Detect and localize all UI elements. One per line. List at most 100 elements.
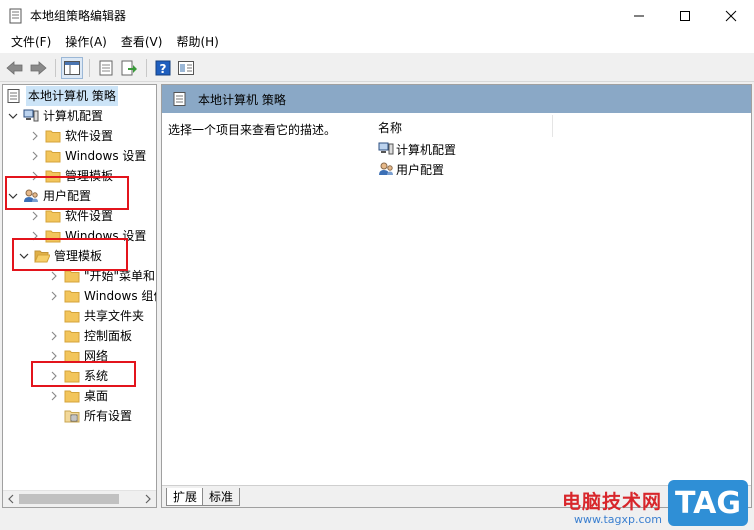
show-tree-icon — [64, 60, 80, 75]
tree-item-computer-windows-settings[interactable]: Windows 设置 — [29, 146, 146, 166]
maximize-icon — [680, 10, 690, 21]
tree-pane[interactable]: 本地计算机 策略 计算机配置 软件设置 Windows 设置 管理模板 用户配置… — [2, 84, 157, 508]
highlight-admin-templates — [12, 238, 128, 271]
menu-bar: 文件(F) 操作(A) 查看(V) 帮助(H) — [0, 31, 754, 53]
help-icon: ? — [155, 60, 171, 76]
chevron-right-icon[interactable] — [48, 330, 60, 342]
highlight-system — [31, 361, 136, 387]
watermark-text: 电脑技术网 www.tagxp.com — [562, 491, 662, 526]
folder-icon — [45, 130, 61, 143]
menu-file[interactable]: 文件(F) — [4, 32, 58, 52]
list-item-label: 计算机配置 — [396, 142, 457, 157]
policy-document-icon — [173, 92, 186, 106]
toolbar-separator — [89, 58, 90, 77]
column-separator[interactable] — [552, 115, 553, 137]
details-header-title: 本地计算机 策略 — [198, 92, 286, 107]
tree-item-computer-config[interactable]: 计算机配置 — [7, 106, 103, 126]
tree-item-local-computer-policy[interactable]: 本地计算机 策略 — [6, 86, 118, 106]
close-icon — [725, 10, 737, 21]
chevron-right-icon[interactable] — [29, 130, 41, 142]
export-button[interactable] — [118, 57, 140, 79]
back-arrow-icon — [6, 60, 23, 75]
tab-extended[interactable]: 扩展 — [166, 488, 205, 506]
toolbar-separator — [146, 58, 147, 77]
folder-icon — [64, 270, 80, 283]
chevron-right-icon[interactable] — [29, 210, 41, 222]
tree-label: 软件设置 — [65, 129, 114, 143]
chevron-right-icon[interactable] — [29, 150, 41, 162]
menu-view[interactable]: 查看(V) — [114, 32, 170, 52]
highlight-user-config — [5, 176, 129, 210]
title-bar: 本地组策略编辑器 — [0, 0, 754, 31]
forward-arrow-icon — [30, 60, 47, 75]
back-button[interactable] — [4, 57, 26, 79]
menu-action[interactable]: 操作(A) — [58, 32, 114, 52]
svg-text:?: ? — [160, 62, 167, 76]
show-tree-button[interactable] — [61, 56, 83, 79]
computer-icon — [378, 142, 394, 155]
computer-icon — [23, 109, 39, 122]
minimize-button[interactable] — [616, 0, 662, 31]
chevron-down-icon[interactable] — [7, 110, 19, 122]
tree-label: Windows 组件 — [84, 289, 156, 303]
column-header-name[interactable]: 名称 — [378, 119, 402, 136]
properties-icon — [99, 60, 113, 75]
watermark-logo: TAG — [668, 480, 748, 526]
folder-icon — [64, 330, 80, 343]
help-button[interactable]: ? — [152, 57, 174, 79]
chevron-right-icon[interactable] — [48, 290, 60, 302]
policy-editor-app-icon — [9, 8, 22, 23]
tree-horizontal-scrollbar[interactable] — [3, 490, 156, 507]
menu-help[interactable]: 帮助(H) — [169, 32, 225, 52]
forward-button[interactable] — [27, 57, 49, 79]
filter-view-icon — [178, 60, 194, 75]
tree-label: 桌面 — [84, 389, 109, 403]
tree-label: 所有设置 — [84, 409, 133, 423]
scrollbar-thumb[interactable] — [19, 494, 119, 504]
details-pane: 本地计算机 策略 选择一个项目来查看它的描述。 名称 计算机配置 用户配置 扩展… — [161, 84, 752, 508]
tree-item-desktop[interactable]: 桌面 — [48, 386, 108, 406]
details-body: 选择一个项目来查看它的描述。 名称 计算机配置 用户配置 — [162, 113, 751, 485]
folder-icon — [45, 210, 61, 223]
tree-item-control-panel[interactable]: 控制面板 — [48, 326, 132, 346]
export-icon — [121, 60, 137, 75]
tree-label: Windows 设置 — [65, 149, 147, 163]
toolbar-separator — [55, 58, 56, 77]
chevron-right-icon[interactable] — [48, 390, 60, 402]
properties-button[interactable] — [95, 57, 117, 79]
all-settings-icon — [64, 410, 80, 423]
watermark-title: 电脑技术网 — [561, 491, 662, 513]
minimize-icon — [634, 15, 644, 16]
scroll-left-icon[interactable] — [6, 494, 16, 504]
folder-icon — [64, 390, 80, 403]
filter-view-button[interactable] — [175, 57, 197, 79]
list-item-user-config[interactable]: 用户配置 — [378, 159, 444, 179]
tree-label: 控制面板 — [84, 329, 133, 343]
tree-item-all-settings[interactable]: 所有设置 — [64, 406, 132, 426]
list-area — [362, 129, 751, 485]
tab-standard[interactable]: 标准 — [202, 488, 241, 506]
tree-item-shared-folders[interactable]: 共享文件夹 — [64, 306, 144, 326]
tree-label: 计算机配置 — [43, 109, 104, 123]
policy-document-icon — [7, 89, 20, 103]
toolbar: ? — [0, 54, 754, 82]
tree-item-computer-software-settings[interactable]: 软件设置 — [29, 126, 113, 146]
tree-label: 本地计算机 策略 — [26, 86, 118, 106]
close-button[interactable] — [708, 0, 754, 31]
folder-icon — [45, 150, 61, 163]
folder-icon — [64, 310, 80, 323]
users-icon — [379, 162, 393, 175]
maximize-button[interactable] — [662, 0, 708, 31]
folder-icon — [64, 290, 80, 303]
watermark-url: www.tagxp.com — [574, 513, 662, 526]
list-item-computer-config[interactable]: 计算机配置 — [378, 139, 456, 159]
watermark: 电脑技术网 www.tagxp.com TAG — [562, 480, 748, 526]
tree-item-windows-components[interactable]: Windows 组件 — [48, 286, 156, 306]
window-title: 本地组策略编辑器 — [30, 9, 127, 23]
scroll-right-icon[interactable] — [143, 494, 153, 504]
chevron-right-icon[interactable] — [48, 270, 60, 282]
tree-label: 共享文件夹 — [84, 309, 145, 323]
details-header: 本地计算机 策略 — [162, 85, 751, 113]
description-text: 选择一个项目来查看它的描述。 — [168, 123, 337, 137]
list-item-label: 用户配置 — [396, 162, 445, 177]
